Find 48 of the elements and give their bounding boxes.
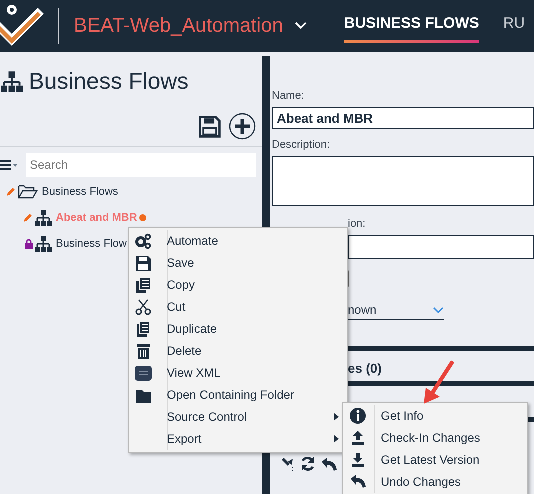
folder-icon	[18, 185, 38, 199]
menu-item[interactable]: Automate	[129, 230, 347, 252]
scissors-icon	[135, 298, 152, 316]
field-label: Name:	[272, 90, 306, 102]
copy-icon	[135, 276, 152, 294]
info-icon	[349, 407, 367, 425]
menu-item[interactable]: Delete	[129, 340, 347, 362]
refresh-icon[interactable]	[300, 456, 316, 472]
menu-item[interactable]: Cut	[129, 296, 347, 318]
project-name[interactable]: BEAT-Web_Automation	[74, 14, 284, 38]
field-label: Description:	[272, 139, 332, 151]
menu-item[interactable]: View XML	[129, 362, 347, 384]
download-icon	[349, 451, 367, 469]
pin-icon[interactable]	[280, 456, 296, 472]
undo-icon[interactable]	[320, 456, 338, 472]
undo-icon	[349, 473, 367, 491]
annotation-arrow	[422, 360, 456, 406]
menu-icon[interactable]	[0, 159, 20, 171]
field-label: ion:	[348, 218, 367, 230]
tree-item[interactable]: Business Flows	[42, 186, 118, 198]
nav-tab[interactable]: RU	[503, 9, 526, 43]
save-icon	[135, 254, 152, 272]
menu-item[interactable]: Open Containing Folder	[129, 384, 347, 406]
nav-tab[interactable]: BUSINESS FLOWS	[344, 9, 480, 43]
description-field[interactable]	[272, 156, 534, 206]
xml-icon	[135, 364, 152, 382]
menu-item[interactable]: Duplicate	[129, 318, 347, 340]
section-title[interactable]: es (0)	[348, 361, 534, 376]
menu-item[interactable]: Save	[129, 252, 347, 274]
search-field[interactable]: Search	[26, 153, 256, 177]
upload-icon	[349, 429, 367, 447]
menu-item[interactable]: Get Latest Version	[343, 449, 527, 471]
add-icon[interactable]	[229, 113, 256, 140]
hierarchy-icon	[35, 210, 52, 226]
chevron-down-icon	[433, 306, 444, 314]
menu-item[interactable]: Copy	[129, 274, 347, 296]
tree-item[interactable]: Business Flow	[56, 238, 127, 250]
document-icon	[135, 320, 152, 338]
chevron-down-icon[interactable]	[295, 22, 308, 30]
run-description-field[interactable]	[348, 235, 534, 259]
gears-icon	[135, 232, 152, 250]
panel-title: Business Flows	[29, 68, 189, 95]
hierarchy-icon	[35, 236, 52, 252]
trash-icon	[135, 342, 152, 360]
name-field[interactable]: Abeat and MBR	[272, 107, 534, 129]
hierarchy-icon	[1, 70, 23, 92]
menu-item[interactable]: Undo Changes	[343, 471, 527, 493]
save-icon[interactable]	[199, 116, 221, 138]
